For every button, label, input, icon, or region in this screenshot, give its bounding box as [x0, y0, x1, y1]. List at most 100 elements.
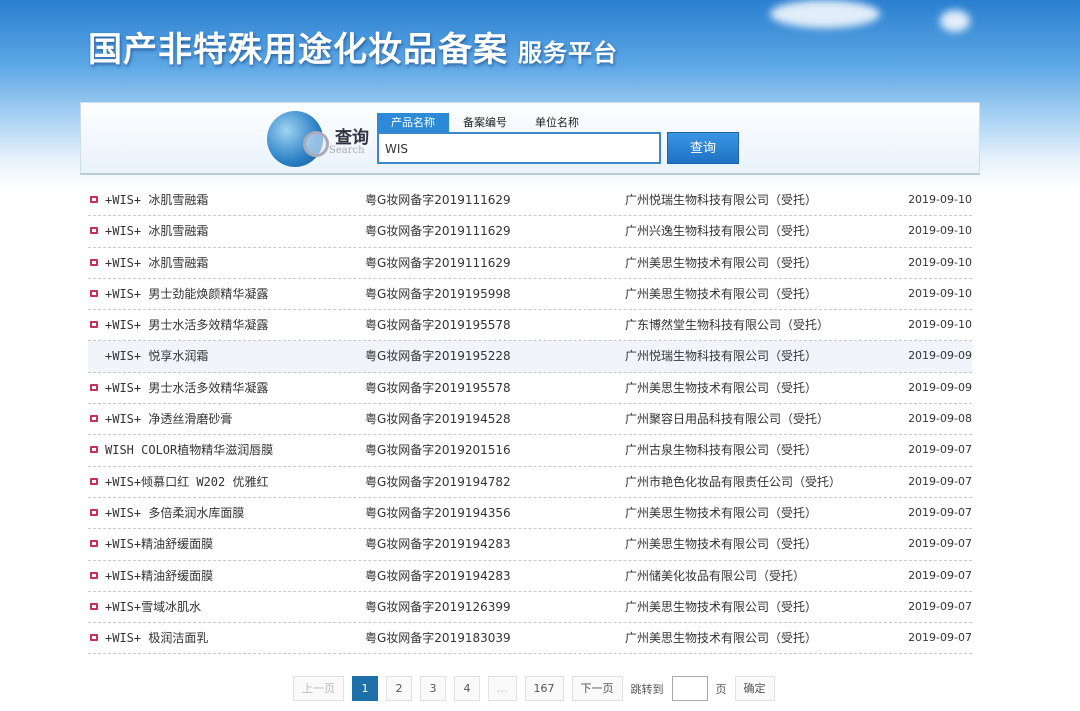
product-name-link[interactable]: +WIS+ 男士水活多效精华凝露	[105, 310, 268, 340]
list-item[interactable]: +WIS+ 净透丝滑磨砂膏 粤G妆网备字2019194528 广州聚容日用品科技有限…	[88, 404, 972, 436]
list-item[interactable]: +WIS+ 冰肌雪融霜 粤G妆网备字2019111629 广州美思生物技术有限公司（…	[88, 248, 972, 279]
list-item[interactable]: +WIS+精油舒缓面膜 粤G妆网备字2019194283 广州储美化妆品有限公司（受…	[88, 561, 972, 592]
company-name: 广州储美化妆品有限公司（受托）	[625, 568, 806, 583]
company-name: 广州古泉生物科技有限公司（受托）	[625, 443, 818, 458]
bullet-icon	[90, 571, 98, 579]
cloud-decoration	[770, 0, 880, 28]
prev-page-button[interactable]: 上一页	[293, 676, 344, 701]
tab-company-name[interactable]: 单位名称	[521, 113, 593, 133]
record-date: 2019-09-10	[908, 286, 972, 300]
record-date: 2019-09-10	[908, 224, 972, 238]
company-name: 广州悦瑞生物科技有限公司（受托）	[625, 349, 818, 364]
record-number: 粤G妆网备字2019194283	[365, 568, 511, 583]
record-date: 2019-09-07	[908, 505, 972, 519]
bullet-icon	[90, 540, 98, 548]
list-item[interactable]: +WIS+ 多倍柔润水库面膜 粤G妆网备字2019194356 广州美思生物技术有限…	[88, 498, 972, 530]
page-button[interactable]: 3	[420, 676, 446, 701]
product-name-link[interactable]: +WIS+ 冰肌雪融霜	[105, 248, 208, 278]
record-date: 2019-09-10	[908, 193, 972, 206]
record-date: 2019-09-10	[908, 255, 972, 269]
product-name-link[interactable]: +WIS+ 冰肌雪融霜	[105, 216, 208, 246]
page-button[interactable]: 167	[524, 676, 564, 701]
company-name: 广州美思生物技术有限公司（受托）	[625, 631, 818, 646]
list-item[interactable]: +WIS+ 男士劲能焕颜精华凝露 粤G妆网备字2019195998 广州美思生物技术…	[88, 279, 972, 311]
product-name-link[interactable]: +WIS+ 冰肌雪融霜	[105, 185, 208, 215]
page-ellipsis: ...	[488, 676, 517, 701]
product-name-link[interactable]: +WIS+ 多倍柔润水库面膜	[105, 498, 244, 528]
magnifier-icon	[303, 131, 329, 157]
company-name: 广州兴逸生物科技有限公司（受托）	[625, 224, 818, 239]
record-number: 粤G妆网备字2019195998	[365, 286, 511, 301]
next-page-button[interactable]: 下一页	[571, 676, 623, 701]
record-number: 粤G妆网备字2019194283	[365, 537, 511, 552]
company-name: 广州美思生物技术有限公司（受托）	[625, 286, 818, 301]
pagination: 上一页 1 2 3 4... 167 下一页 跳转到 页确定	[293, 676, 775, 701]
search-tabs: 产品名称 备案编号 单位名称	[377, 113, 593, 133]
record-number: 粤G妆网备字2019111629	[365, 193, 511, 207]
product-name-link[interactable]: +WIS+倾慕口红 W202 优雅红	[105, 467, 268, 497]
page-button[interactable]: 4	[454, 676, 480, 701]
page-unit-label: 页	[715, 682, 727, 696]
bullet-icon	[90, 289, 98, 297]
company-name: 广东博然堂生物科技有限公司（受托）	[625, 318, 830, 333]
company-name: 广州美思生物技术有限公司（受托）	[625, 255, 818, 270]
page-button[interactable]: 1	[352, 676, 378, 701]
record-number: 粤G妆网备字2019195578	[365, 380, 511, 395]
list-item[interactable]: +WIS+ 男士水活多效精华凝露 粤G妆网备字2019195578 广东博然堂生物科…	[88, 310, 972, 342]
product-name-link[interactable]: +WIS+精油舒缓面膜	[105, 561, 213, 591]
list-item[interactable]: +WIS+ 冰肌雪融霜 粤G妆网备字2019111629 广州悦瑞生物科技有限公司（…	[88, 185, 972, 217]
company-name: 广州美思生物技术有限公司（受托）	[625, 537, 818, 552]
list-item[interactable]: +WIS+ 男士水活多效精华凝露 粤G妆网备字2019195578 广州美思生物技术…	[88, 373, 972, 405]
tab-record-number[interactable]: 备案编号	[449, 113, 521, 133]
list-item[interactable]: +WIS+ 悦享水润霜 粤G妆网备字2019195228 广州悦瑞生物科技有限公司（…	[88, 341, 972, 373]
bullet-icon	[90, 602, 98, 610]
results-list: +WIS+ 冰肌雪融霜 粤G妆网备字2019111629 广州悦瑞生物科技有限公司（…	[88, 185, 972, 655]
record-date: 2019-09-07	[908, 599, 972, 613]
list-item[interactable]: +WIS+雪域冰肌水 粤G妆网备字2019126399 广州美思生物技术有限公司（受…	[88, 592, 972, 624]
title-main: 国产非特殊用途化妆品备案	[88, 30, 508, 70]
search-button[interactable]: 查询	[667, 132, 739, 164]
bullet-icon	[90, 227, 98, 235]
record-number: 粤G妆网备字2019194528	[365, 412, 511, 427]
jump-page-input[interactable]	[671, 676, 708, 701]
list-item[interactable]: +WIS+精油舒缓面膜 粤G妆网备字2019194283 广州美思生物技术有限公司（…	[88, 529, 972, 561]
jump-label: 跳转到	[630, 682, 664, 696]
company-name: 广州美思生物技术有限公司（受托）	[625, 380, 818, 395]
company-name: 广州聚容日用品科技有限公司（受托）	[625, 412, 830, 427]
search-panel: 查询 Search 产品名称 备案编号 单位名称 WIS 查询	[80, 102, 980, 175]
product-name-link[interactable]: +WIS+精油舒缓面膜	[105, 529, 213, 559]
record-date: 2019-09-07	[908, 443, 972, 457]
product-name-link[interactable]: +WIS+ 男士水活多效精华凝露	[105, 373, 268, 403]
record-number: 粤G妆网备字2019194782	[365, 474, 511, 489]
company-name: 广州悦瑞生物科技有限公司（受托）	[625, 193, 818, 207]
list-item[interactable]: +WIS+ 冰肌雪融霜 粤G妆网备字2019111629 广州兴逸生物科技有限公司（…	[88, 216, 972, 248]
product-name-link[interactable]: +WIS+ 极润洁面乳	[105, 623, 208, 653]
bullet-icon	[90, 446, 98, 454]
record-number: 粤G妆网备字2019126399	[365, 599, 511, 614]
product-name-link[interactable]: +WIS+雪域冰肌水	[105, 592, 201, 622]
product-name-link[interactable]: +WIS+ 悦享水润霜	[105, 341, 208, 371]
list-item[interactable]: +WIS+倾慕口红 W202 优雅红 粤G妆网备字2019194782 广州市艳色化…	[88, 467, 972, 498]
tab-product-name[interactable]: 产品名称	[377, 113, 449, 133]
product-name-link[interactable]: WISH COLOR植物精华滋润唇膜	[105, 435, 273, 465]
record-date: 2019-09-08	[908, 412, 972, 426]
search-label-en: Search	[329, 145, 365, 156]
confirm-jump-button[interactable]: 确定	[734, 676, 775, 701]
bullet-icon	[90, 415, 98, 423]
page-button[interactable]: 2	[386, 676, 412, 701]
bullet-icon	[90, 196, 98, 203]
company-name: 广州市艳色化妆品有限责任公司（受托）	[625, 474, 842, 489]
list-item[interactable]: WISH COLOR植物精华滋润唇膜 粤G妆网备字2019201516 广州古泉生物…	[88, 435, 972, 467]
company-name: 广州美思生物技术有限公司（受托）	[625, 599, 818, 614]
bullet-icon	[90, 634, 98, 642]
bullet-icon	[90, 383, 98, 391]
record-number: 粤G妆网备字2019183039	[365, 631, 511, 646]
record-number: 粤G妆网备字2019195578	[365, 318, 511, 333]
product-name-link[interactable]: +WIS+ 净透丝滑磨砂膏	[105, 404, 232, 434]
record-number: 粤G妆网备字2019111629	[365, 224, 511, 239]
product-name-link[interactable]: +WIS+ 男士劲能焕颜精华凝露	[105, 279, 268, 309]
bullet-icon	[90, 258, 98, 266]
search-input[interactable]: WIS	[377, 132, 661, 164]
bullet-icon	[90, 321, 98, 329]
list-item[interactable]: +WIS+ 极润洁面乳 粤G妆网备字2019183039 广州美思生物技术有限公司（…	[88, 623, 972, 655]
